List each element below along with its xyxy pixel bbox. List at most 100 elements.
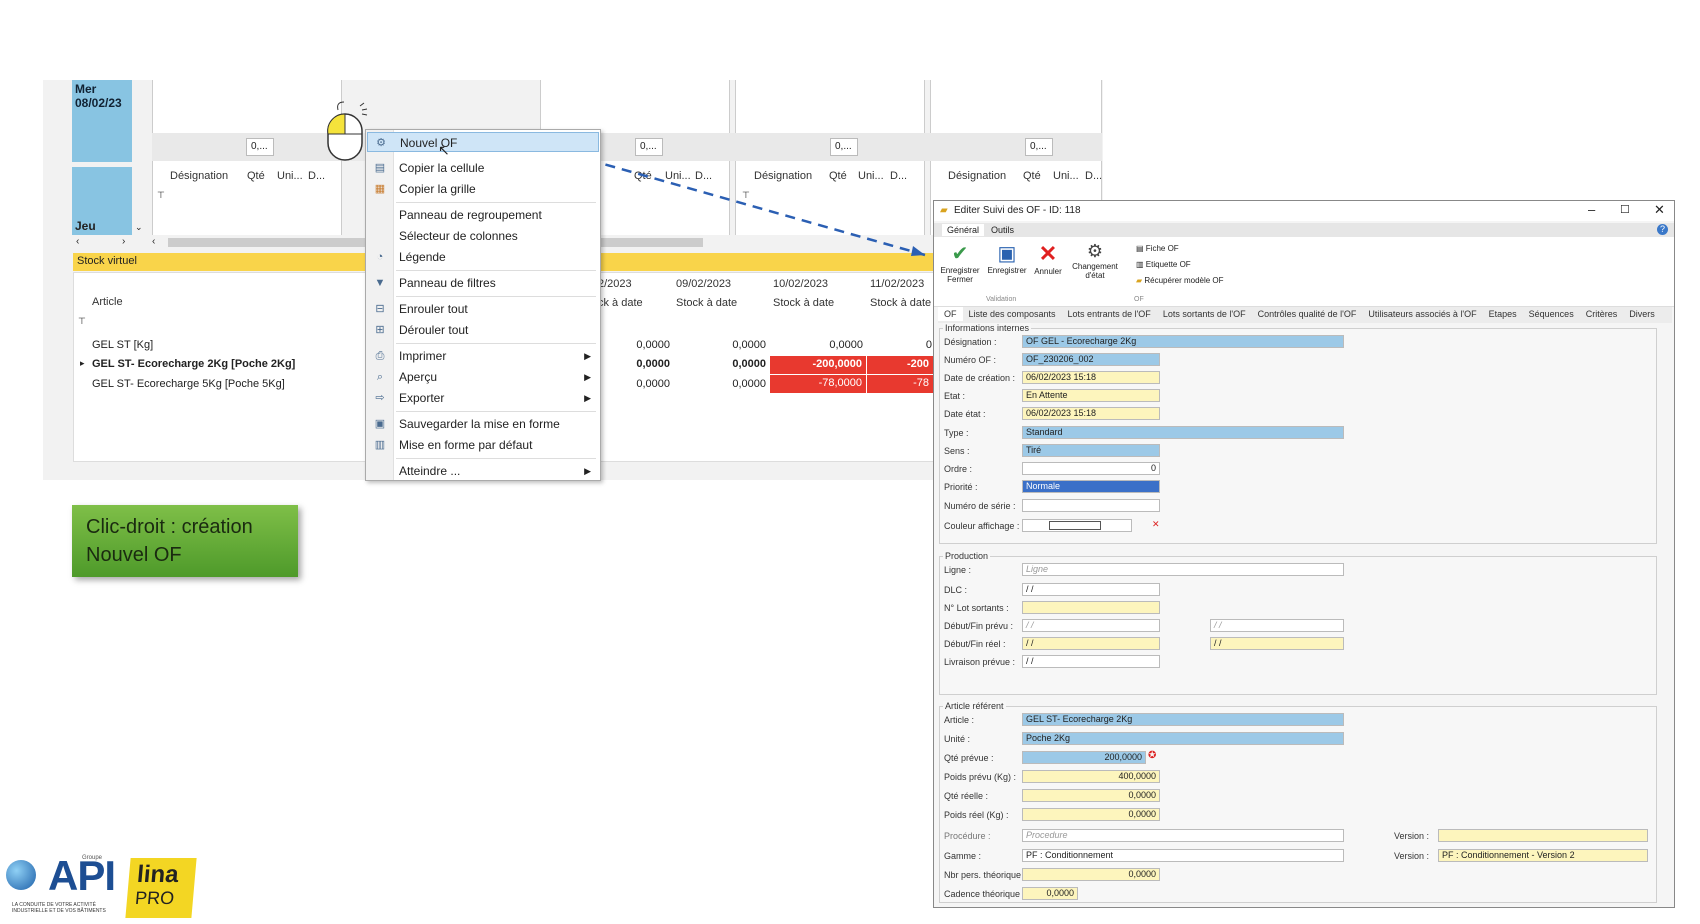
procedure-field[interactable]: Procedure bbox=[1022, 829, 1344, 842]
tab-of[interactable]: OF bbox=[938, 307, 963, 321]
chevron-down-icon[interactable]: ⌄ bbox=[135, 222, 143, 233]
nbr-pers-field[interactable]: 0,0000 bbox=[1022, 868, 1160, 881]
ribbon-tab-bar bbox=[934, 223, 1674, 237]
document-icon: ▤ bbox=[1136, 244, 1146, 253]
menu-item-imprimer[interactable]: ⎙ Imprimer ▶ bbox=[367, 346, 599, 366]
minimize-icon[interactable]: – bbox=[1588, 202, 1595, 217]
column-header-date-4[interactable]: D... bbox=[1085, 170, 1102, 182]
tab-etapes[interactable]: Etapes bbox=[1483, 307, 1523, 321]
filter-pin-icon[interactable]: ⊤ bbox=[157, 190, 165, 201]
tab-controles[interactable]: Contrôles qualité de l'OF bbox=[1252, 307, 1363, 321]
fiche-of-button[interactable]: ▤ Fiche OF bbox=[1136, 244, 1179, 253]
menu-item-copier-grille[interactable]: ▦ Copier la grille bbox=[367, 179, 599, 199]
scroll-left-icon-2[interactable]: ‹ bbox=[152, 236, 155, 247]
priorite-select[interactable]: Normale bbox=[1022, 480, 1160, 493]
menu-item-apercu[interactable]: ⌕ Aperçu ▶ bbox=[367, 367, 599, 387]
tab-sequences[interactable]: Séquences bbox=[1523, 307, 1580, 321]
gamme-field[interactable]: PF : Conditionnement bbox=[1022, 849, 1344, 862]
fin-reel-field[interactable]: / / bbox=[1210, 637, 1344, 650]
debut-prevu-field[interactable]: / / bbox=[1022, 619, 1160, 632]
etat-select[interactable]: En Attente bbox=[1022, 389, 1160, 402]
close-icon[interactable]: ✕ bbox=[1654, 202, 1665, 218]
filter-pin-icon[interactable]: ⊤ bbox=[78, 316, 86, 327]
qte-prevue-field[interactable]: 200,0000 bbox=[1022, 751, 1146, 764]
check-icon: ✔ bbox=[951, 243, 969, 265]
tab-lots-sortants[interactable]: Lots sortants de l'OF bbox=[1157, 307, 1252, 321]
tab-criteres[interactable]: Critères bbox=[1580, 307, 1624, 321]
day-header-thu: Jeu bbox=[72, 167, 132, 235]
designation-field[interactable]: OF GEL - Ecorecharge 2Kg bbox=[1022, 335, 1344, 348]
menu-item-copier-cellule[interactable]: ▤ Copier la cellule bbox=[367, 158, 599, 178]
expand-row-icon[interactable]: ▸ bbox=[80, 358, 85, 369]
date-creation-field[interactable]: 06/02/2023 15:18 bbox=[1022, 371, 1160, 384]
column-header-qty[interactable]: Qté bbox=[247, 170, 265, 182]
row-article[interactable]: GEL ST [Kg] bbox=[92, 339, 153, 351]
ligne-field[interactable]: Ligne bbox=[1022, 563, 1344, 576]
x-icon: ✕ bbox=[1038, 241, 1058, 266]
cadence-field[interactable]: 0,0000 bbox=[1022, 887, 1078, 900]
tab-lots-entrants[interactable]: Lots entrants de l'OF bbox=[1062, 307, 1157, 321]
label: Cadence théorique : bbox=[944, 889, 1026, 899]
menu-item-atteindre[interactable]: Atteindre ... ▶ bbox=[367, 461, 599, 481]
scroll-left-icon[interactable]: ‹ bbox=[76, 236, 79, 247]
debut-reel-field[interactable]: / / bbox=[1022, 637, 1160, 650]
column-header-qty-4[interactable]: Qté bbox=[1023, 170, 1041, 182]
sub-header: Stock à date bbox=[870, 297, 932, 309]
menu-item-nouvel-of[interactable]: ⚙ Nouvel OF bbox=[367, 132, 599, 152]
poids-prevu-field[interactable]: 400,0000 bbox=[1022, 770, 1160, 783]
menu-item-panneau-regroupement[interactable]: Panneau de regroupement bbox=[367, 205, 599, 225]
label: Version : bbox=[1394, 831, 1430, 841]
row-article[interactable]: GEL ST- Ecorecharge 5Kg [Poche 5Kg] bbox=[92, 378, 285, 390]
column-header-designation[interactable]: Désignation bbox=[170, 170, 228, 182]
tab-outils[interactable]: Outils bbox=[991, 225, 1014, 235]
label: Couleur affichage : bbox=[944, 521, 1020, 531]
row-article[interactable]: GEL ST- Ecorecharge 2Kg [Poche 2Kg] bbox=[92, 358, 295, 370]
save-button[interactable]: ▣ Enregistrer bbox=[986, 241, 1028, 275]
submenu-arrow-icon: ▶ bbox=[584, 372, 591, 382]
version-field[interactable] bbox=[1438, 829, 1648, 842]
numero-of-field[interactable]: OF_230206_002 bbox=[1022, 353, 1160, 366]
dlc-field[interactable]: / / bbox=[1022, 583, 1160, 596]
clear-icon[interactable]: ✕ bbox=[1152, 519, 1160, 530]
type-field[interactable]: Standard bbox=[1022, 426, 1344, 439]
menu-item-forme-defaut[interactable]: ▥ Mise en forme par défaut bbox=[367, 435, 599, 455]
recuperer-modele-button[interactable]: ▰ Récupérer modèle OF bbox=[1136, 276, 1224, 285]
column-header-unit[interactable]: Uni... bbox=[277, 170, 303, 182]
lot-sortants-field[interactable] bbox=[1022, 601, 1160, 614]
version-gamme-field[interactable]: PF : Conditionnement - Version 2 bbox=[1438, 849, 1648, 862]
lifebuoy-icon[interactable]: ✪ bbox=[1148, 750, 1156, 761]
tab-general[interactable]: Général bbox=[942, 224, 985, 236]
menu-item-panneau-filtres[interactable]: ▼ Panneau de filtres bbox=[367, 273, 599, 293]
menu-item-legende[interactable]: ◔ Légende bbox=[367, 247, 599, 267]
cancel-button[interactable]: ✕ Annuler bbox=[1030, 241, 1066, 276]
tab-divers[interactable]: Divers bbox=[1623, 307, 1661, 321]
tab-composants[interactable]: Liste des composants bbox=[963, 307, 1062, 321]
filter-icon: ▼ bbox=[374, 277, 386, 289]
qte-reelle-field[interactable]: 0,0000 bbox=[1022, 789, 1160, 802]
article-field[interactable]: GEL ST- Ecorecharge 2Kg bbox=[1022, 713, 1344, 726]
column-header-date[interactable]: D... bbox=[308, 170, 325, 182]
date-etat-field[interactable]: 06/02/2023 15:18 bbox=[1022, 407, 1160, 420]
menu-item-selecteur-colonnes[interactable]: Sélecteur de colonnes bbox=[367, 226, 599, 246]
menu-item-sauvegarder-forme[interactable]: ▣ Sauvegarder la mise en forme bbox=[367, 414, 599, 434]
menu-item-enrouler-tout[interactable]: ⊟ Enrouler tout bbox=[367, 299, 599, 319]
fin-prevu-field[interactable]: / / bbox=[1210, 619, 1344, 632]
column-header-unit-4[interactable]: Uni... bbox=[1053, 170, 1079, 182]
numero-serie-field[interactable] bbox=[1022, 499, 1160, 512]
menu-item-derouler-tout[interactable]: ⊞ Dérouler tout bbox=[367, 320, 599, 340]
livraison-field[interactable]: / / bbox=[1022, 655, 1160, 668]
column-header-article[interactable]: Article bbox=[92, 296, 123, 308]
change-state-button[interactable]: ⚙ Changement d'état bbox=[1070, 241, 1120, 280]
scroll-right-icon[interactable]: › bbox=[122, 236, 125, 247]
tab-utilisateurs[interactable]: Utilisateurs associés à l'OF bbox=[1362, 307, 1482, 321]
poids-reel-field[interactable]: 0,0000 bbox=[1022, 808, 1160, 821]
ordre-field[interactable]: 0 bbox=[1022, 462, 1160, 475]
unite-field[interactable]: Poche 2Kg bbox=[1022, 732, 1344, 745]
menu-item-exporter[interactable]: ⇨ Exporter ▶ bbox=[367, 388, 599, 408]
column-header-designation-4[interactable]: Désignation bbox=[948, 170, 1006, 182]
etiquette-of-button[interactable]: ▥ Etiquette OF bbox=[1136, 260, 1191, 269]
save-close-button[interactable]: ✔ Enregistrer Fermer bbox=[940, 241, 980, 284]
sens-select[interactable]: Tiré bbox=[1022, 444, 1160, 457]
help-icon[interactable]: ? bbox=[1657, 224, 1668, 235]
maximize-icon[interactable]: ☐ bbox=[1620, 203, 1630, 216]
